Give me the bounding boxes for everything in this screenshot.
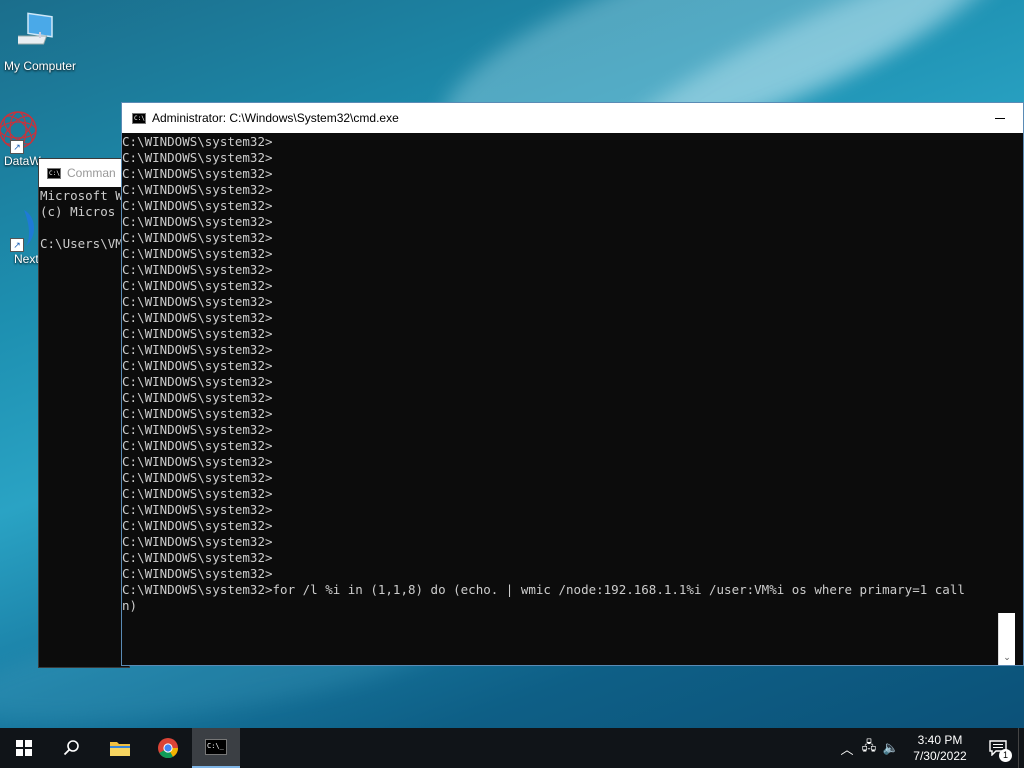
console-line: C:\WINDOWS\system32> xyxy=(122,502,273,517)
app-shortcut-icon: ↗ xyxy=(0,206,40,252)
file-explorer-icon xyxy=(110,742,130,756)
cmd-window[interactable]: C:\ Administrator: C:\Windows\System32\c… xyxy=(121,102,1024,666)
console-line: C:\WINDOWS\system32> xyxy=(122,438,273,453)
cmd-icon: C:\_ xyxy=(205,739,227,755)
window-title: Comman xyxy=(67,166,116,180)
console-line: C:\WINDOWS\system32> xyxy=(122,262,273,277)
cmd-icon: C:\ xyxy=(47,167,61,179)
chrome-button[interactable] xyxy=(144,728,192,768)
cmd-icon: C:\ xyxy=(132,112,146,124)
console-line: C:\WINDOWS\system32> xyxy=(122,390,273,405)
file-explorer-button[interactable] xyxy=(96,728,144,768)
volume-icon[interactable]: 🔈 xyxy=(880,740,902,756)
console-line: C:\WINDOWS\system32> xyxy=(122,198,273,213)
minimize-button[interactable] xyxy=(977,103,1023,133)
scroll-down-icon[interactable]: ⌄ xyxy=(999,651,1015,665)
console-line: C:\WINDOWS\system32> xyxy=(122,422,273,437)
taskbar: C:\_ ︿ 🖧 🔈 3:40 PM 7/30/2022 1 xyxy=(0,728,1024,768)
console-line: C:\WINDOWS\system32> xyxy=(122,310,273,325)
window-titlebar[interactable]: C:\ Administrator: C:\Windows\System32\c… xyxy=(122,103,1023,133)
action-center-button[interactable]: 1 xyxy=(978,728,1018,768)
console-line: C:\WINDOWS\system32> xyxy=(122,150,273,165)
console-line: C:\WINDOWS\system32> xyxy=(122,534,273,549)
search-icon xyxy=(63,740,79,756)
network-icon[interactable]: 🖧 xyxy=(858,737,880,759)
start-icon xyxy=(16,740,32,756)
console-line: C:\WINDOWS\system32> xyxy=(122,230,273,245)
clock-date: 7/30/2022 xyxy=(913,749,967,763)
start-button[interactable] xyxy=(0,728,48,768)
background-cmd-window[interactable]: C:\ Comman Microsoft W (c) Micros C:\User… xyxy=(38,158,130,668)
console-line: C:\WINDOWS\system32> xyxy=(122,374,273,389)
console-line: C:\WINDOWS\system32> xyxy=(122,342,273,357)
console-line: C:\WINDOWS\system32> xyxy=(122,550,273,565)
console-output: Microsoft W (c) Micros C:\Users\VM xyxy=(39,187,129,252)
console-line: C:\WINDOWS\system32> xyxy=(122,486,273,501)
desktop-icon-my-computer[interactable]: My Computer xyxy=(0,10,80,73)
desktop-icon-label: My Computer xyxy=(3,59,77,73)
computer-icon xyxy=(0,10,80,57)
clock[interactable]: 3:40 PM 7/30/2022 xyxy=(908,732,972,764)
cmd-taskbar-button[interactable]: C:\_ xyxy=(192,728,240,768)
notification-badge: 1 xyxy=(999,749,1012,762)
console-line: C:\WINDOWS\system32> xyxy=(122,294,273,309)
window-titlebar[interactable]: C:\ Comman xyxy=(39,159,129,187)
datawrapper-icon: ↗ xyxy=(0,108,40,154)
console-line: C:\WINDOWS\system32> xyxy=(122,134,273,149)
search-button[interactable] xyxy=(48,728,96,768)
console-line: C:\WINDOWS\system32> xyxy=(122,246,273,261)
shortcut-arrow-icon: ↗ xyxy=(10,238,24,252)
console-line: C:\WINDOWS\system32> xyxy=(122,326,273,341)
scrollbar[interactable]: ⌄ xyxy=(998,613,1015,665)
console-output[interactable]: C:\WINDOWS\system32> C:\WINDOWS\system32>… xyxy=(122,134,998,665)
console-line: C:\WINDOWS\system32> xyxy=(122,518,273,533)
console-line: C:\WINDOWS\system32> xyxy=(122,470,273,485)
clock-time: 3:40 PM xyxy=(917,733,963,747)
console-line: Microsoft W xyxy=(40,188,123,203)
console-line: (c) Micros xyxy=(40,204,116,219)
chrome-icon xyxy=(158,738,179,759)
console-line: C:\WINDOWS\system32> xyxy=(122,566,273,581)
window-title: Administrator: C:\Windows\System32\cmd.e… xyxy=(152,111,399,125)
console-line: C:\WINDOWS\system32> xyxy=(122,166,273,181)
console-line: C:\WINDOWS\system32> xyxy=(122,278,273,293)
console-line: C:\Users\VM xyxy=(40,236,123,251)
show-desktop-button[interactable] xyxy=(1018,728,1024,768)
console-line: C:\WINDOWS\system32> xyxy=(122,454,273,469)
console-line: C:\WINDOWS\system32> xyxy=(122,406,273,421)
shortcut-arrow-icon: ↗ xyxy=(10,140,24,154)
console-command-line: C:\WINDOWS\system32>for /l %i in (1,1,8)… xyxy=(122,582,965,597)
chevron-up-icon[interactable]: ︿ xyxy=(836,739,858,758)
console-command-wrap: n) xyxy=(122,598,138,613)
console-line: C:\WINDOWS\system32> xyxy=(122,214,273,229)
minimize-icon xyxy=(995,117,1005,119)
system-tray: ︿ 🖧 🔈 3:40 PM 7/30/2022 1 xyxy=(836,728,1024,768)
console-line: C:\WINDOWS\system32> xyxy=(122,182,273,197)
console-line: C:\WINDOWS\system32> xyxy=(122,358,273,373)
